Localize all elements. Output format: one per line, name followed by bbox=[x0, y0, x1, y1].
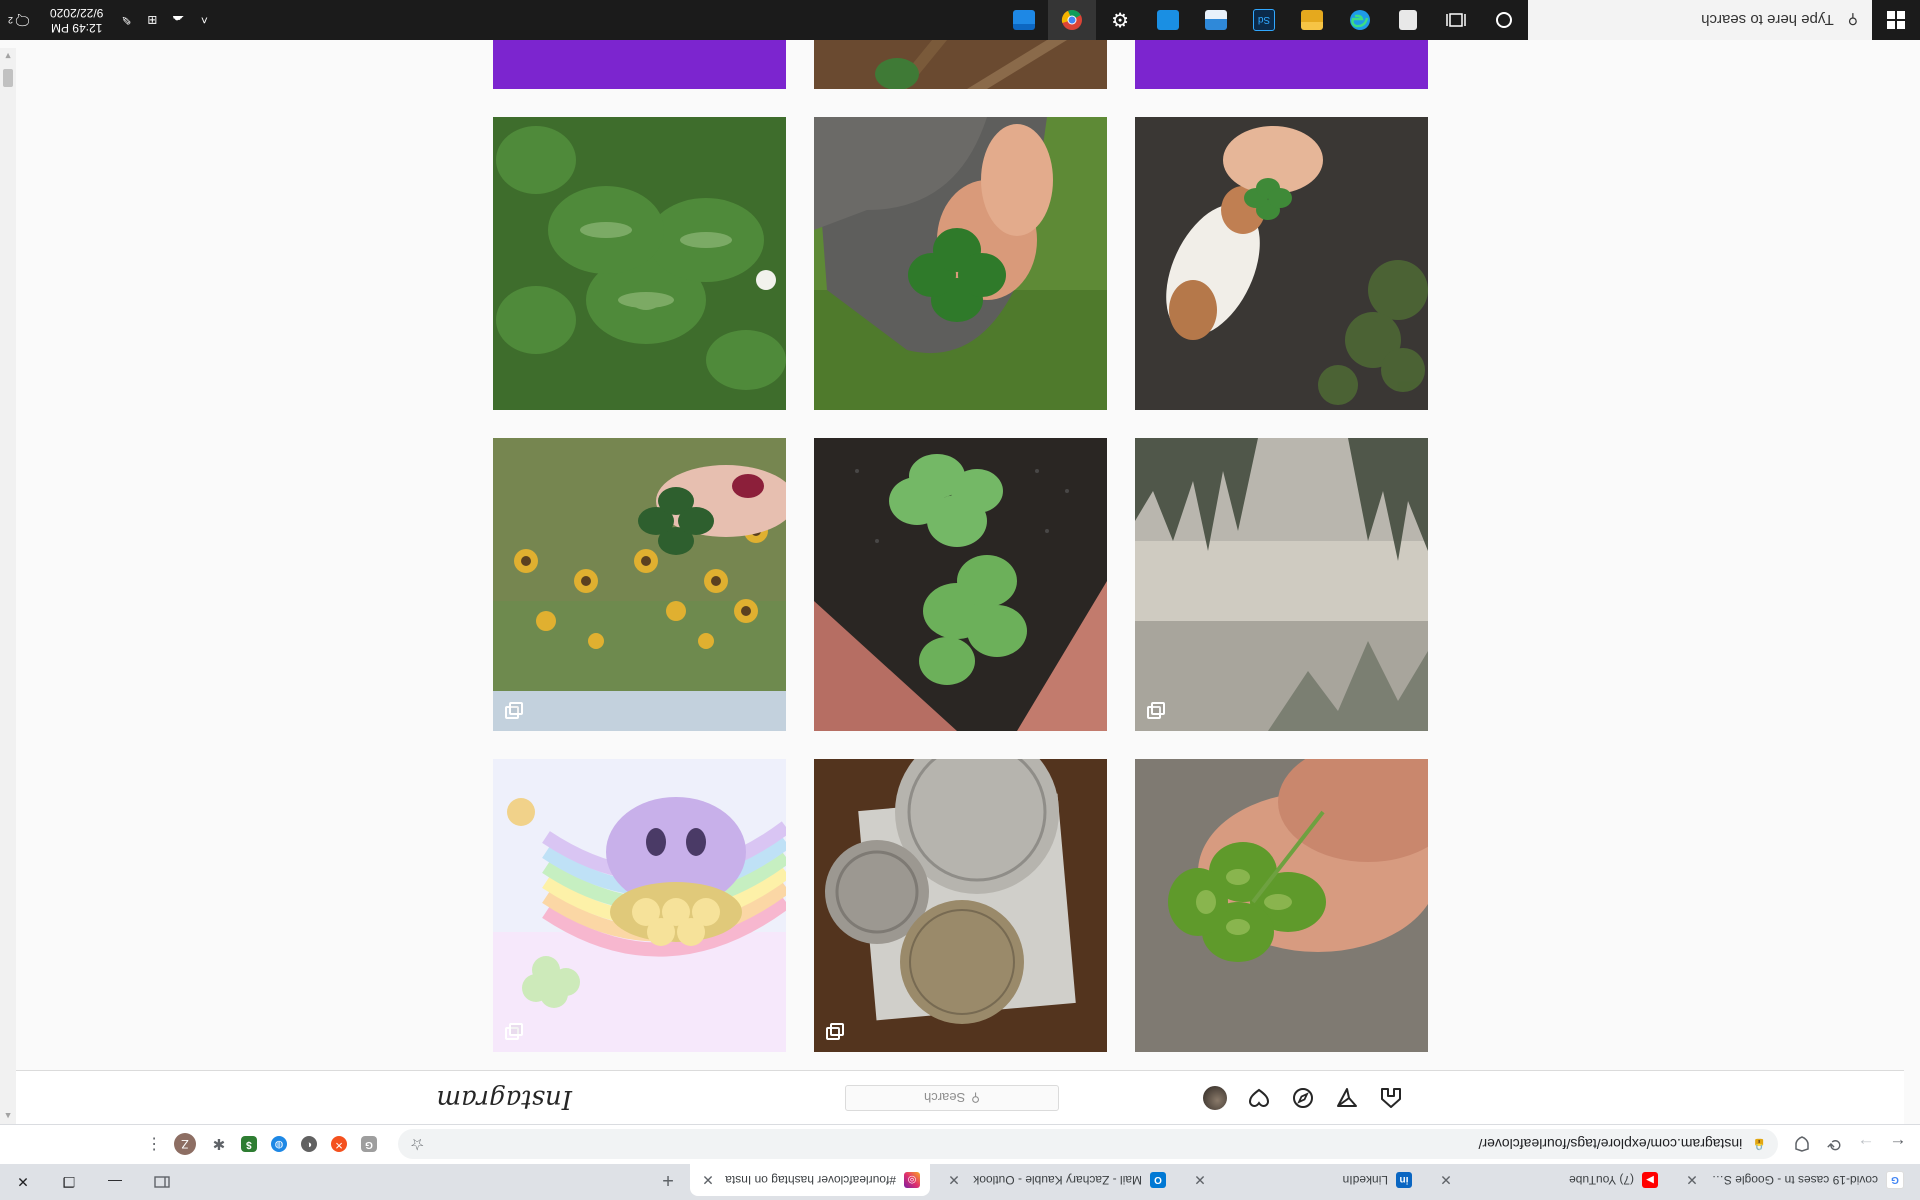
hand-holding-clover-image bbox=[814, 117, 1107, 410]
clock-date: 9/22/2020 bbox=[50, 6, 104, 20]
edge-browser-icon[interactable] bbox=[1336, 0, 1384, 40]
network-icon[interactable]: ⊞ bbox=[140, 13, 164, 27]
clock-time: 12:49 PM bbox=[51, 21, 103, 35]
system-tray: ˄ ☁ ⊞ ✎ 12:49 PM 9/22/2020 🗨 2 bbox=[0, 0, 217, 40]
post-tile[interactable] bbox=[1135, 40, 1428, 89]
scrollbar-thumb[interactable] bbox=[3, 69, 13, 87]
purple-post-image bbox=[1135, 40, 1428, 89]
search-icon: ⚲ bbox=[1847, 12, 1858, 29]
clover-on-wood-image bbox=[814, 40, 1107, 89]
post-tile[interactable] bbox=[814, 438, 1107, 731]
post-tile[interactable] bbox=[1135, 117, 1428, 410]
dog-and-clover-image bbox=[1135, 117, 1428, 410]
screen: G covid-19 cases tn - Google Searc ✕ ▶ (… bbox=[0, 0, 1920, 1200]
clover-in-pot-image bbox=[814, 438, 1107, 731]
file-explorer-icon[interactable] bbox=[1288, 0, 1336, 40]
task-view-icon[interactable] bbox=[1432, 0, 1480, 40]
carousel-icon bbox=[505, 705, 521, 719]
photos-icon[interactable] bbox=[1192, 0, 1240, 40]
post-tile[interactable] bbox=[1135, 759, 1428, 1052]
taskbar-search-placeholder: Type here to search bbox=[1701, 11, 1834, 29]
sunflowers-clover-image bbox=[493, 438, 786, 731]
action-center-icon[interactable]: 🗨 2 bbox=[0, 11, 40, 29]
taskbar-apps: Sd ⚙ bbox=[1000, 0, 1528, 40]
start-windows-icon[interactable] bbox=[1872, 0, 1920, 40]
scroll-up-arrow-icon[interactable]: ▲ bbox=[0, 1108, 16, 1124]
post-tile[interactable] bbox=[814, 117, 1107, 410]
clover-in-fingers-image bbox=[1135, 759, 1428, 1052]
mail-icon[interactable] bbox=[1000, 0, 1048, 40]
post-tile[interactable] bbox=[814, 759, 1107, 1052]
scroll-down-arrow-icon[interactable]: ▼ bbox=[0, 48, 16, 64]
clover-patch-image bbox=[493, 117, 786, 410]
pen-icon[interactable]: ✎ bbox=[114, 13, 138, 27]
notification-count: 2 bbox=[7, 15, 13, 25]
page-scrollbar[interactable]: ▲ ▼ bbox=[0, 48, 16, 1124]
misty-forest-image bbox=[1135, 438, 1428, 731]
settings-gear-icon[interactable]: ⚙ bbox=[1096, 0, 1144, 40]
cortana-icon[interactable] bbox=[1480, 0, 1528, 40]
post-tile[interactable] bbox=[1135, 438, 1428, 731]
carousel-icon bbox=[1147, 705, 1163, 719]
post-tile[interactable] bbox=[493, 40, 786, 89]
post-tile[interactable] bbox=[493, 759, 786, 1052]
post-tile[interactable] bbox=[493, 117, 786, 410]
carousel-icon bbox=[826, 1026, 842, 1040]
carousel-icon bbox=[505, 1026, 521, 1040]
store-icon[interactable] bbox=[1144, 0, 1192, 40]
post-tile[interactable] bbox=[814, 40, 1107, 89]
office-icon[interactable] bbox=[1384, 0, 1432, 40]
coins-image bbox=[814, 759, 1107, 1052]
taskbar-search-box[interactable]: ⚲ Type here to search bbox=[1528, 0, 1872, 40]
onedrive-cloud-icon[interactable]: ☁ bbox=[166, 13, 190, 27]
chrome-icon[interactable] bbox=[1048, 0, 1096, 40]
windows-taskbar: ⚲ Type here to search Sd ⚙ ˄ ☁ ⊞ ✎ 12:49… bbox=[0, 0, 1920, 40]
chevron-up-icon[interactable]: ˄ bbox=[192, 13, 216, 27]
rainbow-illustration-image bbox=[493, 759, 786, 1052]
purple-post-image bbox=[493, 40, 786, 89]
taskbar-clock[interactable]: 12:49 PM 9/22/2020 bbox=[50, 5, 103, 35]
hashtag-post-grid bbox=[0, 0, 1920, 1200]
photoshop-icon[interactable]: Sd bbox=[1240, 0, 1288, 40]
post-tile[interactable] bbox=[493, 438, 786, 731]
